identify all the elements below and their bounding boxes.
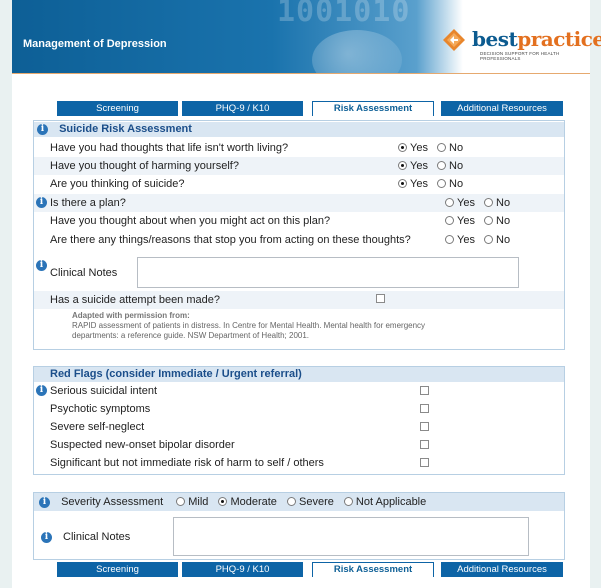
tab-risk-assessment[interactable]: Risk Assessment: [312, 101, 434, 116]
no-radio[interactable]: [437, 161, 447, 170]
red-flag-checkbox[interactable]: [420, 386, 429, 395]
yes-no-radios: Yes No: [445, 194, 510, 212]
question-row: i Is there a plan? Yes No: [34, 194, 564, 212]
logo-tagline: DECISION SUPPORT FOR HEALTH PROFESSIONAL…: [480, 51, 560, 61]
yes-radio[interactable]: [398, 143, 407, 152]
red-flag-row: Severe self-neglect: [34, 418, 564, 436]
header-decoration: 1001010: [277, 0, 411, 29]
tab-additional-resources[interactable]: Additional Resources: [441, 562, 563, 577]
tab-bar-bottom: Screening PHQ-9 / K10 Risk Assessment Ad…: [57, 562, 563, 577]
question-text: Have you thought of harming yourself?: [50, 160, 239, 172]
red-flag-row: Suspected new-onset bipolar disorder: [34, 436, 564, 454]
no-radio[interactable]: [484, 198, 494, 207]
severity-radio-severe[interactable]: [287, 497, 296, 506]
red-flag-row: i Serious suicidal intent: [34, 382, 564, 400]
clinical-notes-input[interactable]: [137, 257, 519, 288]
bestpractice-logo-icon: [443, 29, 465, 51]
yes-no-radios: Yes No: [398, 175, 463, 193]
tab-bar-top: Screening PHQ-9 / K10 Risk Assessment Ad…: [57, 101, 563, 116]
clinical-notes-label: Clinical Notes: [63, 531, 131, 543]
no-radio[interactable]: [437, 143, 447, 152]
yes-no-radios: Yes No: [398, 139, 463, 157]
red-flag-row: Psychotic symptoms: [34, 400, 564, 418]
info-icon[interactable]: i: [41, 532, 52, 543]
red-flag-label: Psychotic symptoms: [50, 403, 151, 415]
section-heading: Red Flags (consider Immediate / Urgent r…: [34, 367, 564, 382]
severity-notes-input[interactable]: [173, 517, 529, 556]
yes-radio[interactable]: [445, 198, 454, 207]
tab-screening[interactable]: Screening: [57, 101, 178, 116]
header-divider: [12, 73, 590, 74]
question-text: Are there any things/reasons that stop y…: [50, 234, 411, 246]
info-icon[interactable]: i: [36, 385, 47, 396]
citation: Adapted with permission from: RAPID asse…: [72, 311, 425, 341]
red-flag-checkbox[interactable]: [420, 458, 429, 467]
no-radio[interactable]: [437, 179, 447, 188]
suicide-risk-section: i Suicide Risk Assessment Have you had t…: [33, 120, 565, 350]
section-title: Red Flags (consider Immediate / Urgent r…: [50, 368, 302, 380]
info-icon[interactable]: i: [39, 496, 50, 508]
red-flag-checkbox[interactable]: [420, 440, 429, 449]
app-title: Management of Depression: [23, 38, 167, 50]
no-radio[interactable]: [484, 235, 494, 244]
attempt-question: Has a suicide attempt been made?: [50, 294, 220, 306]
question-text: Have you thought about when you might ac…: [50, 215, 331, 227]
info-icon[interactable]: i: [36, 197, 47, 208]
severity-section: i Severity Assessment Mild Moderate Seve…: [33, 492, 565, 560]
red-flag-checkbox[interactable]: [420, 422, 429, 431]
red-flag-label: Significant but not immediate risk of ha…: [50, 457, 324, 469]
red-flag-label: Severe self-neglect: [50, 421, 145, 433]
attempt-row: Has a suicide attempt been made?: [34, 291, 564, 309]
citation-line: departments: a reference guide. NSW Depa…: [72, 331, 310, 340]
severity-radio-mild[interactable]: [176, 497, 186, 506]
yes-radio[interactable]: [398, 161, 407, 170]
question-row: Have you thought of harming yourself? Ye…: [34, 157, 564, 175]
question-row: Are you thinking of suicide? Yes No: [34, 175, 564, 193]
question-row: Have you had thoughts that life isn't wo…: [34, 139, 564, 157]
tab-phq9-k10[interactable]: PHQ-9 / K10: [182, 562, 303, 577]
red-flag-label: Serious suicidal intent: [50, 385, 158, 397]
severity-radio-moderate[interactable]: [218, 497, 228, 506]
severity-row: i Severity Assessment Mild Moderate Seve…: [34, 493, 564, 511]
citation-heading: Adapted with permission from:: [72, 311, 190, 320]
question-row: Are there any things/reasons that stop y…: [34, 231, 564, 249]
tab-phq9-k10[interactable]: PHQ-9 / K10: [182, 101, 303, 116]
question-text: Is there a plan?: [50, 197, 126, 209]
clinical-notes-label: Clinical Notes: [50, 267, 118, 279]
red-flags-section: Red Flags (consider Immediate / Urgent r…: [33, 366, 565, 475]
severity-label: Severity Assessment: [61, 496, 164, 508]
question-text: Are you thinking of suicide?: [50, 178, 185, 190]
citation-line: RAPID assessment of patients in distress…: [72, 321, 426, 330]
yes-no-radios: Yes No: [398, 157, 463, 175]
info-icon[interactable]: i: [36, 260, 47, 271]
red-flag-row: Significant but not immediate risk of ha…: [34, 454, 564, 472]
yes-radio[interactable]: [445, 216, 454, 225]
tab-risk-assessment[interactable]: Risk Assessment: [312, 562, 434, 577]
yes-no-radios: Yes No: [445, 231, 510, 249]
question-row: Have you thought about when you might ac…: [34, 212, 564, 230]
red-flag-checkbox[interactable]: [420, 404, 429, 413]
globe-graphic: [312, 30, 402, 73]
yes-radio[interactable]: [445, 235, 454, 244]
yes-radio[interactable]: [398, 179, 407, 188]
tab-additional-resources[interactable]: Additional Resources: [441, 101, 563, 116]
red-flag-label: Suspected new-onset bipolar disorder: [50, 439, 235, 451]
no-radio[interactable]: [484, 216, 494, 225]
tab-screening[interactable]: Screening: [57, 562, 178, 577]
bestpractice-logo: bestpractice: [472, 27, 601, 51]
severity-radio-not-applicable[interactable]: [343, 497, 353, 506]
question-text: Have you had thoughts that life isn't wo…: [50, 142, 289, 154]
section-title: Suicide Risk Assessment: [59, 123, 192, 135]
info-icon[interactable]: i: [37, 123, 48, 135]
severity-options: Mild Moderate Severe Not Applicable: [176, 496, 426, 508]
yes-no-radios: Yes No: [445, 212, 510, 230]
attempt-checkbox[interactable]: [376, 294, 385, 303]
section-heading: i Suicide Risk Assessment: [34, 122, 564, 137]
